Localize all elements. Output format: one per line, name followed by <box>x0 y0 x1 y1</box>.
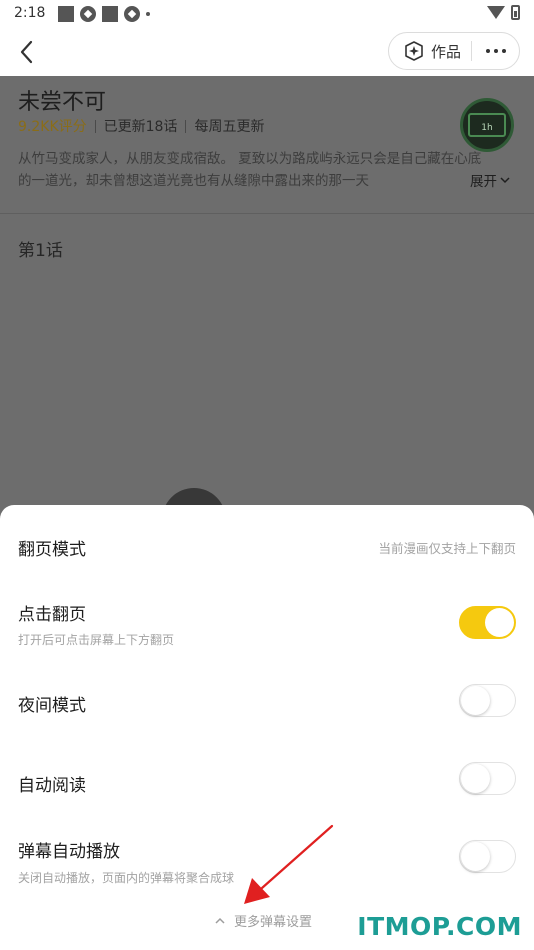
toggle-knob <box>461 686 490 715</box>
notification-square-icon <box>102 6 118 22</box>
meta-divider <box>94 119 96 133</box>
comic-title: 未尝不可 <box>18 90 107 115</box>
notification-app-icon <box>124 6 140 22</box>
comic-description: 从竹马变成家人，从朋友变成宿敌。 夏致以为路成屿永远只会是自己藏在心底的一道光，… <box>18 151 482 189</box>
tap-page-toggle[interactable] <box>459 606 516 639</box>
expand-label: 展开 <box>470 174 497 190</box>
toggle-knob <box>461 764 490 793</box>
section-divider <box>0 213 534 214</box>
comic-updated-count: 已更新18话 <box>103 119 178 135</box>
more-dots-icon <box>493 49 498 53</box>
tap-page-title: 点击翻页 <box>18 605 86 625</box>
more-dots-icon <box>501 49 506 53</box>
toggle-knob <box>485 608 514 637</box>
chevron-down-icon <box>500 177 510 184</box>
wifi-icon <box>487 6 505 19</box>
auto-read-row: 自动阅读 <box>0 745 534 823</box>
comic-schedule: 每周五更新 <box>194 119 265 135</box>
meta-divider <box>185 119 187 133</box>
tap-page-subtitle: 打开后可点击屏幕上下方翻页 <box>18 633 175 647</box>
battery-icon <box>511 5 520 20</box>
notification-more-dot-icon <box>146 12 150 16</box>
more-dots-icon <box>485 49 490 53</box>
danmu-autoplay-title: 弹幕自动播放 <box>18 842 120 862</box>
more-danmu-settings-button[interactable]: 更多弹幕设置 <box>214 911 312 930</box>
comic-meta: 9.2KK评分 已更新18话 每周五更新 <box>18 116 264 136</box>
reader-settings-sheet: 翻页模式 当前漫画仅支持上下翻页 点击翻页 打开后可点击屏幕上下方翻页 夜间模式… <box>0 505 534 950</box>
comic-score: 9.2KK评分 <box>18 119 87 135</box>
notification-icons <box>58 6 150 22</box>
danmu-autoplay-toggle[interactable] <box>459 840 516 873</box>
tap-page-row: 点击翻页 打开后可点击屏幕上下方翻页 <box>0 585 534 665</box>
works-button[interactable]: 作品 <box>389 33 461 69</box>
night-mode-toggle[interactable] <box>459 684 516 717</box>
works-icon <box>405 41 423 61</box>
works-label: 作品 <box>431 42 462 61</box>
danmu-autoplay-subtitle: 关闭自动播放，页面内的弹幕将聚合成球 <box>18 871 235 885</box>
notification-app-icon <box>80 6 96 22</box>
episode-title: 第1话 <box>18 241 63 261</box>
more-button[interactable] <box>472 33 519 69</box>
page-mode-title: 翻页模式 <box>18 540 86 560</box>
site-watermark: ITMOP.COM <box>357 912 522 941</box>
toggle-knob <box>461 842 490 871</box>
system-icons <box>487 5 520 20</box>
chevron-left-icon <box>20 40 33 64</box>
works-capsule: 作品 <box>388 32 520 70</box>
notification-square-icon <box>58 6 74 22</box>
danmu-autoplay-row: 弹幕自动播放 关闭自动播放，页面内的弹幕将聚合成球 <box>0 823 534 903</box>
chevron-up-icon <box>215 917 225 924</box>
badge-icon: 1h <box>468 113 506 137</box>
page-mode-note: 当前漫画仅支持上下翻页 <box>378 541 516 556</box>
top-nav-bar: 作品 <box>0 28 534 76</box>
night-mode-title: 夜间模式 <box>18 696 86 716</box>
badge-text: 1h <box>481 123 493 133</box>
night-mode-row: 夜间模式 <box>0 665 534 745</box>
page-mode-row: 翻页模式 当前漫画仅支持上下翻页 <box>0 505 534 585</box>
more-danmu-settings-label: 更多弹幕设置 <box>234 915 313 930</box>
auto-read-toggle[interactable] <box>459 762 516 795</box>
status-bar: 2:18 <box>0 0 534 28</box>
reading-time-badge[interactable]: 1h <box>460 98 514 152</box>
auto-read-title: 自动阅读 <box>18 776 86 796</box>
expand-button[interactable]: 展开 <box>470 170 511 190</box>
status-time: 2:18 <box>14 5 46 21</box>
back-button[interactable] <box>12 36 44 68</box>
